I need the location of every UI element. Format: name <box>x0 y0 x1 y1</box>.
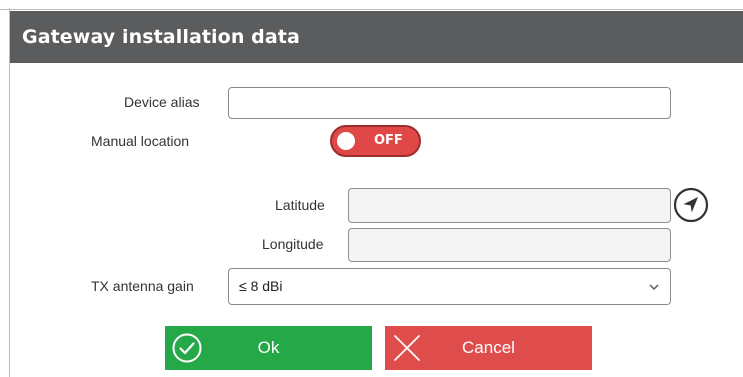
chevron-down-icon <box>649 284 659 290</box>
ok-button-label: Ok <box>257 338 280 357</box>
device-alias-label: Device alias <box>124 94 200 110</box>
ok-button[interactable]: Ok <box>165 326 372 370</box>
select-value: ≤ 8 dBi <box>239 278 283 294</box>
toggle-knob <box>337 132 355 150</box>
toggle-state-text: OFF <box>374 133 403 148</box>
dialog-header: Gateway installation data <box>10 11 743 63</box>
divider <box>9 8 10 377</box>
cancel-button[interactable]: Cancel <box>385 326 592 370</box>
navigation-arrow-icon[interactable] <box>673 187 709 223</box>
tx-antenna-gain-select[interactable]: ≤ 8 dBi <box>228 268 671 305</box>
latitude-label: Latitude <box>275 197 325 213</box>
dialog-window: Gateway installation data Device alias M… <box>0 0 743 377</box>
divider <box>0 9 743 10</box>
longitude-label: Longitude <box>262 236 324 252</box>
device-alias-input[interactable] <box>228 87 671 119</box>
tx-antenna-gain-label: TX antenna gain <box>91 278 194 294</box>
longitude-input[interactable] <box>348 228 671 262</box>
cancel-button-label: Cancel <box>462 338 515 357</box>
manual-location-toggle[interactable]: OFF <box>330 125 421 157</box>
dialog-title: Gateway installation data <box>22 26 300 48</box>
latitude-input[interactable] <box>348 188 671 223</box>
manual-location-label: Manual location <box>91 133 190 149</box>
